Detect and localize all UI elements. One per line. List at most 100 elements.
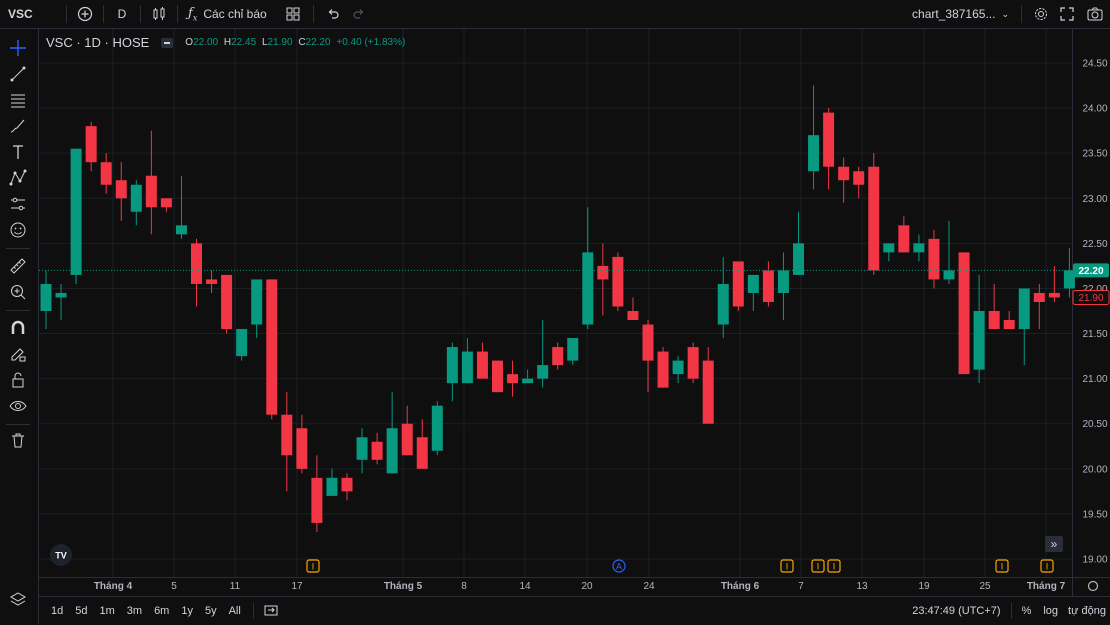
candle-body[interactable]: [251, 279, 263, 325]
auto-scale-toggle[interactable]: tự động: [1068, 605, 1106, 617]
candle-body[interactable]: [883, 243, 895, 253]
candle-body[interactable]: [943, 270, 955, 280]
candle-body[interactable]: [567, 338, 579, 361]
candle-body[interactable]: [552, 347, 564, 366]
crosshair-tool[interactable]: [7, 37, 29, 59]
candle-body[interactable]: [612, 256, 624, 307]
text-tool[interactable]: [7, 141, 29, 163]
compare-add-button[interactable]: [73, 0, 97, 28]
indicators-button[interactable]: ƒx Các chỉ báo: [184, 0, 271, 28]
forecast-tool[interactable]: [7, 193, 29, 215]
candle-body[interactable]: [928, 238, 940, 280]
candle-body[interactable]: [266, 279, 278, 415]
stay-drawing-tool[interactable]: [7, 343, 29, 365]
range-all[interactable]: All: [229, 605, 241, 617]
brush-tool[interactable]: [7, 115, 29, 137]
hide-drawings-tool[interactable]: [7, 395, 29, 417]
candle-body[interactable]: [1018, 288, 1030, 330]
remove-drawings-tool[interactable]: [7, 429, 29, 451]
candle-body[interactable]: [687, 347, 699, 379]
candle-body[interactable]: [55, 292, 67, 298]
candle-body[interactable]: [401, 423, 413, 456]
settings-button[interactable]: [1028, 0, 1054, 28]
price-chart[interactable]: 24.50 24.00 23.50 23.00 22.50 22.00 21.50 21.00…: [39, 29, 1110, 596]
candle-body[interactable]: [100, 162, 112, 185]
range-1d[interactable]: 1d: [51, 605, 63, 617]
candle-body[interactable]: [838, 166, 850, 181]
chart-pane[interactable]: 24.50 24.00 23.50 23.00 22.50 22.00 21.50 21.00…: [39, 29, 1110, 624]
candle-body[interactable]: [642, 324, 654, 361]
candle-body[interactable]: [191, 243, 202, 284]
candle-body[interactable]: [537, 365, 549, 379]
candle-body[interactable]: [85, 126, 97, 163]
layouts-button[interactable]: [279, 0, 307, 28]
redo-button[interactable]: [346, 0, 372, 28]
candle-body[interactable]: [732, 261, 744, 307]
range-6m[interactable]: 6m: [154, 605, 169, 617]
lock-tool[interactable]: [7, 369, 29, 391]
candle-body[interactable]: [853, 171, 865, 185]
candle-body[interactable]: [627, 311, 639, 321]
candle-body[interactable]: [416, 437, 428, 469]
candle-body[interactable]: [386, 428, 398, 474]
candle-body[interactable]: [221, 274, 233, 330]
zoom-tool[interactable]: [7, 281, 29, 303]
legend-toggle-icon[interactable]: [161, 37, 174, 48]
range-1m[interactable]: 1m: [100, 605, 115, 617]
pattern-tool[interactable]: [7, 167, 29, 189]
go-to-date-button[interactable]: [264, 603, 278, 620]
percent-scale-toggle[interactable]: %: [1022, 605, 1032, 617]
candle-body[interactable]: [898, 225, 910, 253]
candle-body[interactable]: [371, 441, 383, 460]
chart-name-dropdown[interactable]: chart_387165... ⌄: [906, 0, 1015, 28]
candle-body[interactable]: [461, 351, 473, 384]
candle-body[interactable]: [160, 198, 172, 208]
candle-body[interactable]: [507, 374, 519, 384]
candle-body[interactable]: [70, 148, 82, 275]
candle-body[interactable]: [326, 477, 338, 496]
candle-body[interactable]: [1048, 292, 1060, 298]
candle-body[interactable]: [341, 477, 353, 492]
candle-body[interactable]: [808, 135, 820, 172]
candle-body[interactable]: [657, 351, 669, 388]
candle-body[interactable]: [913, 243, 925, 253]
undo-button[interactable]: [320, 0, 346, 28]
candle-body[interactable]: [702, 360, 714, 424]
candle-body[interactable]: [823, 112, 835, 167]
candle-body[interactable]: [296, 428, 308, 469]
candle-body[interactable]: [281, 414, 293, 456]
chart-type-button[interactable]: [147, 0, 171, 28]
candle-body[interactable]: [522, 378, 534, 384]
candle-body[interactable]: [145, 175, 157, 208]
clock-timezone[interactable]: 23:47:49 (UTC+7): [912, 605, 1000, 617]
candle-body[interactable]: [356, 437, 368, 460]
candle-body[interactable]: [597, 265, 609, 280]
interval-button[interactable]: D: [110, 0, 134, 28]
candle-body[interactable]: [582, 252, 594, 325]
candle-body[interactable]: [175, 225, 187, 235]
candle-body[interactable]: [236, 329, 248, 357]
measure-tool[interactable]: [7, 255, 29, 277]
range-1y[interactable]: 1y: [181, 605, 193, 617]
trend-line-tool[interactable]: [7, 63, 29, 85]
candle-body[interactable]: [973, 311, 985, 370]
candle-body[interactable]: [777, 270, 789, 293]
candle-body[interactable]: [1003, 320, 1015, 330]
range-3m[interactable]: 3m: [127, 605, 142, 617]
candle-body[interactable]: [431, 405, 443, 451]
candle-body[interactable]: [446, 347, 458, 384]
candle-body[interactable]: [762, 270, 774, 302]
candle-body[interactable]: [492, 360, 503, 393]
range-5y[interactable]: 5y: [205, 605, 217, 617]
fib-tool[interactable]: [7, 89, 29, 111]
log-scale-toggle[interactable]: log: [1043, 605, 1058, 617]
object-tree-button[interactable]: [7, 589, 29, 611]
candle-body[interactable]: [672, 360, 684, 375]
candle-body[interactable]: [747, 274, 759, 293]
candle-body[interactable]: [988, 311, 1000, 330]
candle-body[interactable]: [311, 477, 323, 523]
screenshot-button[interactable]: [1080, 0, 1110, 28]
symbol-title[interactable]: VSC · 1D · HOSE: [46, 35, 149, 50]
emoji-tool[interactable]: [7, 219, 29, 241]
symbol-search-button[interactable]: VSC: [0, 0, 46, 28]
